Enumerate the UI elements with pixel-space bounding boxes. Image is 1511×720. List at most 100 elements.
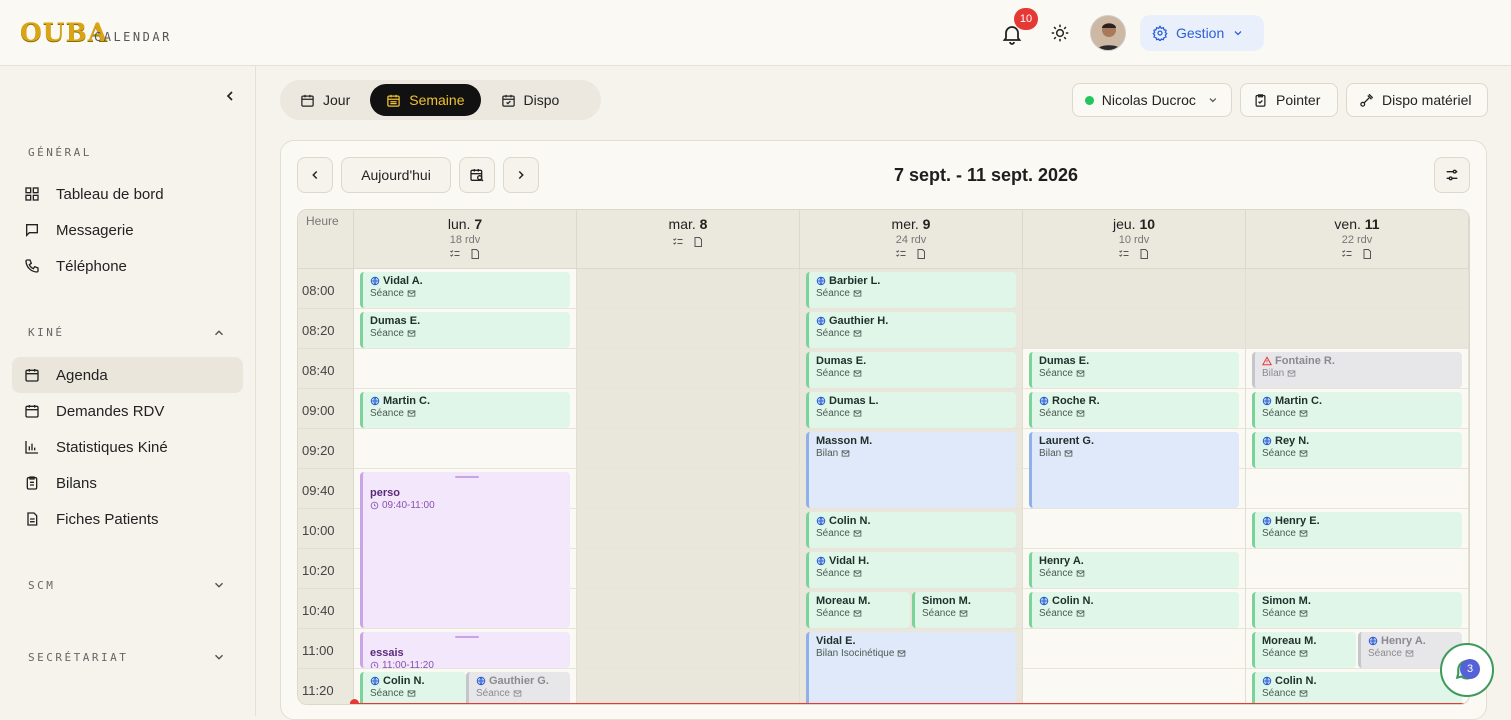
drag-handle[interactable] [455, 636, 479, 638]
checklist-icon[interactable] [895, 248, 907, 260]
gestion-menu-button[interactable]: Gestion [1140, 15, 1264, 51]
time-slot[interactable] [577, 469, 800, 509]
time-slot[interactable] [577, 349, 800, 389]
appointment-card[interactable]: Vidal H. Séance [806, 552, 1016, 588]
avatar[interactable] [1090, 15, 1126, 51]
sidebar-item-label: Messagerie [56, 221, 134, 239]
time-slot[interactable] [1246, 549, 1469, 589]
collapse-sidebar-icon[interactable] [222, 88, 238, 104]
appointment-card[interactable]: Vidal A. Séance [360, 272, 570, 308]
appointment-name: Simon M. [922, 595, 971, 607]
dispo-materiel-label: Dispo matériel [1382, 92, 1472, 108]
time-slot[interactable] [577, 629, 800, 669]
appointment-card[interactable]: Rey N. Séance [1252, 432, 1462, 468]
file-icon[interactable] [692, 236, 704, 248]
sidebar-item-bilans[interactable]: Bilans [12, 465, 243, 501]
sidebar-item-tableau-de-bord[interactable]: Tableau de bord [12, 176, 243, 212]
appointment-card[interactable]: Gauthier H. Séance [806, 312, 1016, 348]
appointment-card[interactable]: Colin N. Séance [360, 672, 466, 704]
appointment-card[interactable]: Dumas L. Séance [806, 392, 1016, 428]
checklist-icon[interactable] [1118, 248, 1130, 260]
tab-semaine[interactable]: Semaine [370, 84, 481, 116]
dispo-materiel-button[interactable]: Dispo matériel [1346, 83, 1488, 117]
sun-icon[interactable] [1050, 23, 1070, 43]
sidebar-item-statistiques[interactable]: Statistiques Kiné [12, 429, 243, 465]
drag-handle[interactable] [455, 476, 479, 478]
filter-settings-button[interactable] [1434, 157, 1470, 193]
appointment-card[interactable]: Martin C. Séance [360, 392, 570, 428]
time-slot[interactable] [577, 389, 800, 429]
appointment-card[interactable]: Dumas E. Séance [1029, 352, 1239, 388]
practitioner-select[interactable]: Nicolas Ducroc [1072, 83, 1232, 117]
file-icon[interactable] [1138, 248, 1150, 260]
appointment-card[interactable]: Moreau M. Séance [1252, 632, 1356, 668]
chevron-up-icon[interactable] [212, 326, 226, 340]
appointment-card[interactable]: Roche R. Séance [1029, 392, 1239, 428]
mail-icon [853, 610, 862, 617]
appointment-card[interactable]: Martin C. Séance [1252, 392, 1462, 428]
appointment-card[interactable]: Simon M. Séance [912, 592, 1016, 628]
time-slot[interactable] [354, 349, 577, 389]
sidebar-item-demandes-rdv[interactable]: Demandes RDV [12, 393, 243, 429]
time-slot[interactable] [1246, 269, 1469, 309]
time-slot[interactable] [577, 549, 800, 589]
time-slot[interactable] [577, 269, 800, 309]
file-icon[interactable] [469, 248, 481, 260]
sidebar-item-telephone[interactable]: Téléphone [12, 248, 243, 284]
time-slot[interactable] [577, 589, 800, 629]
appointment-card[interactable]: perso 09:40-11:00 [360, 472, 570, 628]
appointment-name: Colin N. [1262, 675, 1462, 687]
time-slot[interactable] [1246, 469, 1469, 509]
bar-chart-icon [25, 441, 38, 454]
mail-icon [407, 290, 416, 297]
tab-jour[interactable]: Jour [284, 84, 366, 116]
time-slot[interactable] [1023, 509, 1246, 549]
appointment-card[interactable]: Henry A. Séance [1029, 552, 1239, 588]
appointment-card[interactable]: Simon M. Séance [1252, 592, 1462, 628]
mail-icon [853, 570, 862, 577]
next-week-button[interactable] [503, 157, 539, 193]
time-slot[interactable] [1246, 309, 1469, 349]
chat-fab-button[interactable]: 3 [1440, 643, 1494, 697]
time-slot[interactable] [1023, 669, 1246, 704]
sidebar-item-fiches-patients[interactable]: Fiches Patients [12, 501, 243, 537]
appointment-detail: Séance [816, 568, 1016, 579]
date-picker-button[interactable] [459, 157, 495, 193]
checklist-icon[interactable] [672, 236, 684, 248]
practitioner-name: Nicolas Ducroc [1101, 92, 1196, 108]
time-slot[interactable] [1023, 269, 1246, 309]
checklist-icon[interactable] [1341, 248, 1353, 260]
appointment-card[interactable]: Colin N. Séance [806, 512, 1016, 548]
appointment-card[interactable]: Vidal E. Bilan Isocinétique [806, 632, 1016, 704]
appointment-card[interactable]: Masson M. Bilan [806, 432, 1016, 508]
appointment-card[interactable]: Henry E. Séance [1252, 512, 1462, 548]
previous-week-button[interactable] [297, 157, 333, 193]
appointment-card[interactable]: essais 11:00-11:20 [360, 632, 570, 668]
sidebar-item-messagerie[interactable]: Messagerie [12, 212, 243, 248]
file-icon[interactable] [915, 248, 927, 260]
appointment-card[interactable]: Barbier L. Séance [806, 272, 1016, 308]
time-slot[interactable] [354, 429, 577, 469]
chevron-down-icon[interactable] [212, 650, 226, 664]
today-button[interactable]: Aujourd'hui [341, 157, 451, 193]
appointment-card[interactable]: Fontaine R. Bilan [1252, 352, 1462, 388]
sidebar-item-agenda[interactable]: Agenda [12, 357, 243, 393]
time-slot[interactable] [577, 429, 800, 469]
tab-dispo[interactable]: Dispo [485, 84, 576, 116]
appointment-card[interactable]: Moreau M. Séance [806, 592, 910, 628]
chevron-down-icon[interactable] [212, 578, 226, 592]
time-slot[interactable] [577, 309, 800, 349]
time-slot[interactable] [1023, 629, 1246, 669]
time-slot[interactable] [1023, 309, 1246, 349]
appointment-card[interactable]: Dumas E. Séance [806, 352, 1016, 388]
time-slot[interactable] [577, 509, 800, 549]
appointment-card[interactable]: Dumas E. Séance [360, 312, 570, 348]
appointment-card[interactable]: Colin N. Séance [1029, 592, 1239, 628]
appointment-card[interactable]: Colin N. Séance [1252, 672, 1462, 704]
pointer-button[interactable]: Pointer [1240, 83, 1338, 117]
file-icon[interactable] [1361, 248, 1373, 260]
checklist-icon[interactable] [449, 248, 461, 260]
appointment-card[interactable]: Gauthier G. Séance [466, 672, 570, 704]
appointment-card[interactable]: Laurent G. Bilan [1029, 432, 1239, 508]
time-slot[interactable] [577, 669, 800, 704]
